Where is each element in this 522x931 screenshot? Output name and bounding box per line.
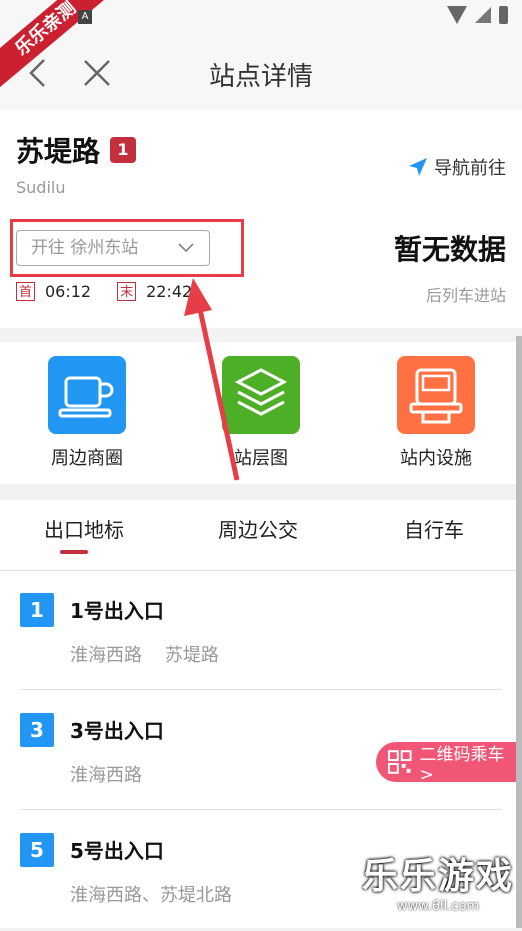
- signal-icon: [475, 7, 491, 23]
- exit-roads: 淮海西路 苏堤路: [70, 641, 219, 667]
- tab-bar: 出口地标 周边公交 自行车: [0, 500, 522, 571]
- header: 站点详情: [0, 34, 522, 110]
- station-card: 苏堤路 1 Sudilu 导航前往 开往 徐州东站 暂无数据 首 06:12 末…: [0, 110, 522, 328]
- exit-number: 5: [20, 833, 54, 867]
- arrival-status: 暂无数据: [394, 228, 506, 268]
- qr-ride-label: 二维码乘车 >: [420, 740, 522, 785]
- service-floor-plan[interactable]: 站层图: [191, 356, 331, 470]
- service-nearby-business[interactable]: 周边商圈: [17, 356, 157, 470]
- tab-bike[interactable]: 自行车: [404, 514, 464, 543]
- tab-bus[interactable]: 周边公交: [218, 514, 298, 543]
- wifi-icon: [447, 6, 467, 24]
- tab-exits[interactable]: 出口地标: [44, 514, 124, 543]
- navigate-label: 导航前往: [434, 154, 506, 180]
- divider: [20, 689, 502, 690]
- watermark-url: www.6ll.com: [362, 899, 514, 914]
- station-pinyin: Sudilu: [16, 178, 65, 197]
- last-train-tag: 末: [117, 282, 136, 301]
- corner-mark: A: [78, 10, 92, 24]
- exit-roads: 淮海西路、苏堤北路: [70, 881, 232, 907]
- exit-name: 3号出入口: [70, 715, 164, 744]
- watermark: 乐乐游戏 www.6ll.com: [362, 847, 514, 914]
- direction-select[interactable]: 开往 徐州东站: [16, 230, 210, 266]
- exit-number: 3: [20, 713, 54, 747]
- qr-ride-button[interactable]: 二维码乘车 >: [376, 742, 522, 782]
- navigate-button[interactable]: 导航前往: [408, 154, 506, 180]
- next-train-label: 后列车进站: [426, 282, 506, 306]
- station-name: 苏堤路: [16, 130, 100, 170]
- status-icons: [447, 6, 508, 24]
- list-item[interactable]: 1 1号出入口 淮海西路 苏堤路: [20, 571, 502, 691]
- coffee-cup-icon: [48, 356, 126, 434]
- line-badge: 1: [110, 137, 136, 163]
- scrollbar[interactable]: [516, 336, 522, 928]
- service-label: 站层图: [191, 444, 331, 470]
- page-title: 站点详情: [0, 56, 522, 93]
- first-train-tag: 首: [16, 282, 35, 301]
- exit-name: 1号出入口: [70, 595, 164, 624]
- navigation-arrow-icon: [408, 157, 428, 177]
- last-train-time: 22:42: [146, 282, 192, 301]
- layers-icon: [222, 356, 300, 434]
- qr-code-icon: [388, 750, 412, 774]
- battery-icon: [499, 6, 508, 24]
- divider: [20, 809, 502, 810]
- first-train-time: 06:12: [45, 282, 91, 301]
- exit-number: 1: [20, 593, 54, 627]
- service-times: 首 06:12 末 22:42: [16, 282, 192, 301]
- exit-name: 5号出入口: [70, 835, 164, 864]
- ticket-machine-icon: [397, 356, 475, 434]
- exit-roads: 淮海西路: [70, 761, 142, 787]
- watermark-title: 乐乐游戏: [362, 847, 514, 899]
- chevron-down-icon: [177, 239, 195, 257]
- direction-label: 开往 徐州东站: [31, 238, 138, 258]
- service-facilities[interactable]: 站内设施: [366, 356, 506, 470]
- tab-active-indicator: [60, 550, 88, 554]
- service-label: 站内设施: [366, 444, 506, 470]
- service-label: 周边商圈: [17, 444, 157, 470]
- service-grid: 周边商圈 站层图 站内设施: [0, 342, 522, 484]
